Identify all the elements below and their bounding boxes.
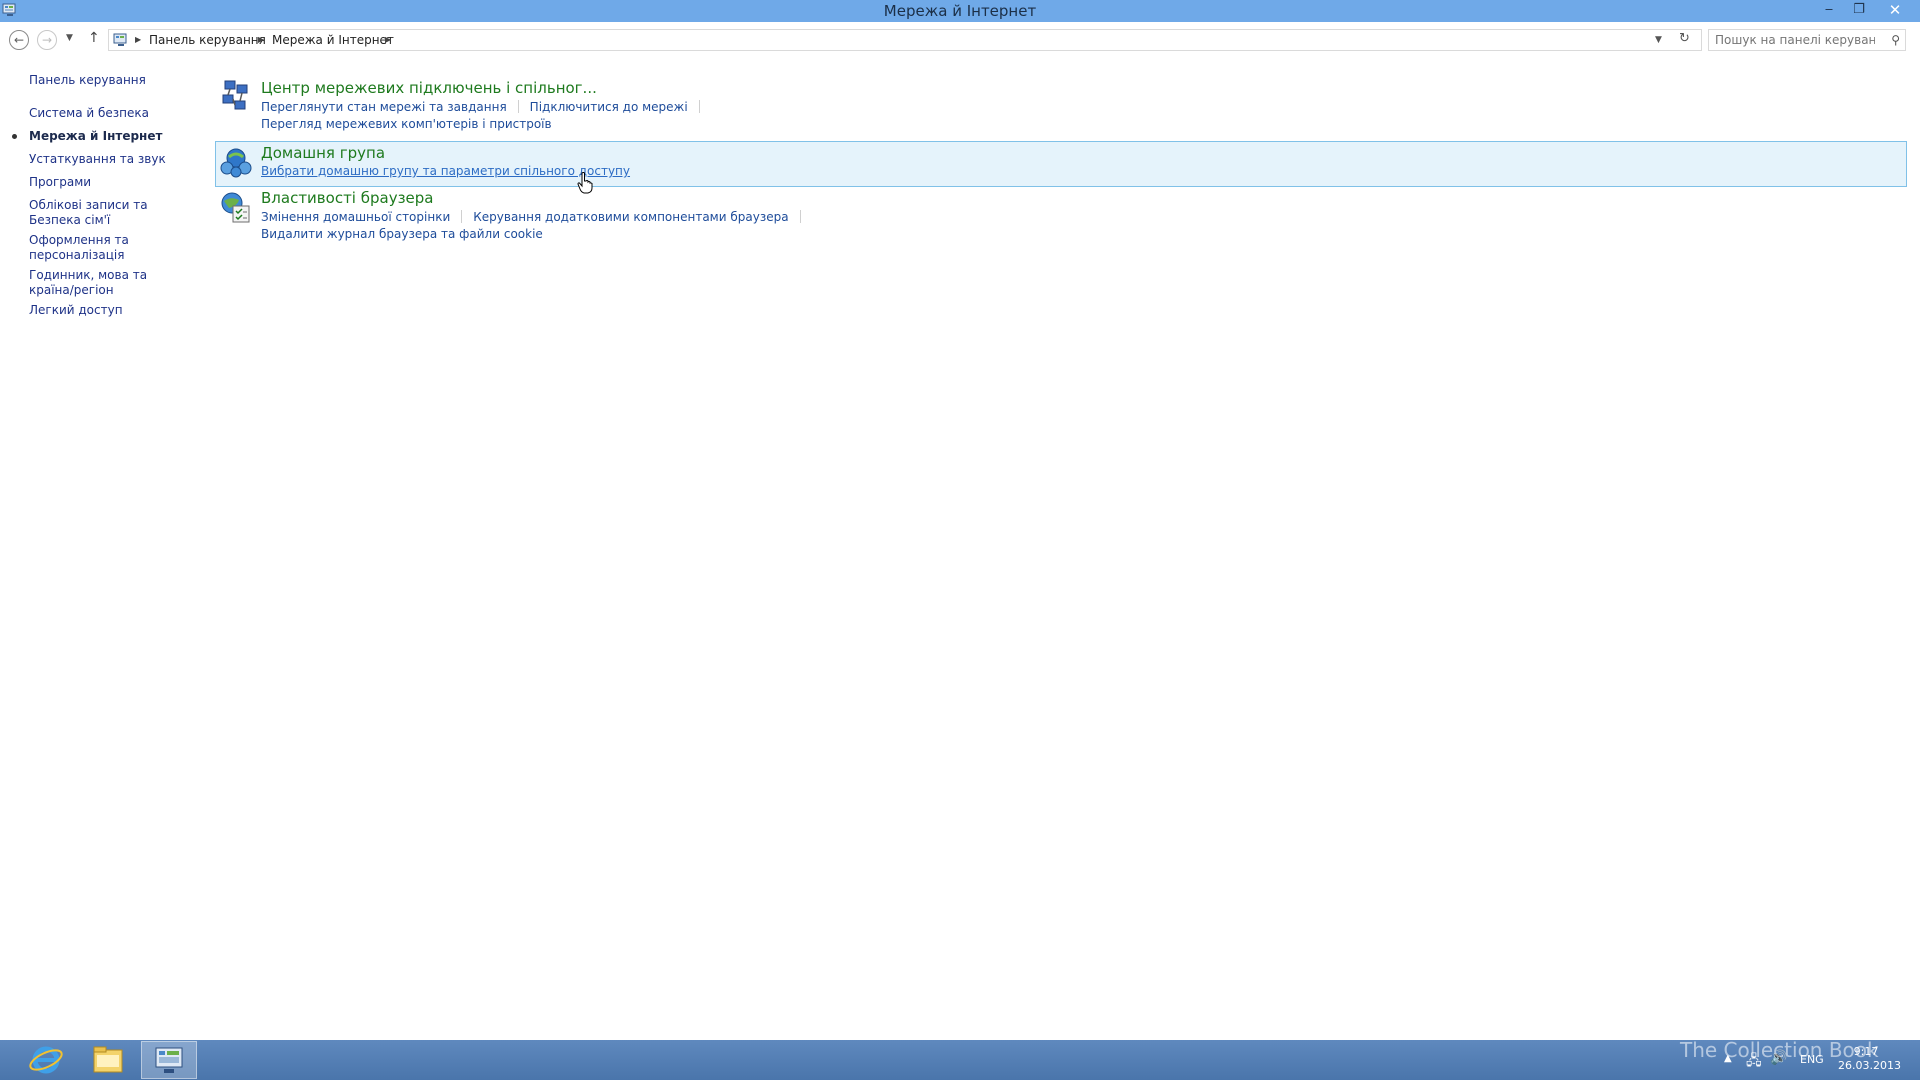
window-title: Мережа й Інтернет <box>883 2 1037 20</box>
refresh-icon[interactable]: ↻ <box>1679 29 1690 49</box>
close-button[interactable]: ✕ <box>1872 0 1918 20</box>
search-box[interactable]: ⚲ <box>1708 29 1906 51</box>
links-row: Вибрати домашню групу та параметри спіль… <box>261 164 630 178</box>
file-explorer-icon <box>93 1046 123 1073</box>
breadcrumb-chevron-icon[interactable]: ▶ <box>135 30 141 50</box>
search-icon[interactable]: ⚲ <box>1891 30 1900 50</box>
control-panel-icon <box>155 1047 183 1073</box>
address-dropdown-chevron-icon[interactable]: ▼ <box>1655 30 1662 50</box>
sidebar-item-label: Мережа й Інтернет <box>29 129 163 143</box>
category-network-sharing-center: Центр мережевих підключень і спільног...… <box>215 76 1907 138</box>
sidebar-item-control-panel-home[interactable]: Панель керування <box>29 73 189 88</box>
links-row: Змінення домашньої сторінки Керування дод… <box>261 210 812 224</box>
category-title-homegroup[interactable]: Домашня група <box>261 144 385 162</box>
links-row: Перегляд мережевих комп'ютерів і пристро… <box>261 117 552 131</box>
current-bullet-icon <box>12 134 17 139</box>
link-divider <box>517 100 519 113</box>
link-view-network-status[interactable]: Переглянути стан мережі та завдання <box>261 100 507 114</box>
sidebar-item-appearance[interactable]: Оформлення та персоналізація <box>29 233 189 263</box>
sidebar-item-network-internet[interactable]: Мережа й Інтернет <box>12 129 189 144</box>
control-panel-icon <box>113 33 127 46</box>
category-homegroup[interactable]: Домашня група Вибрати домашню групу та п… <box>215 141 1907 187</box>
back-arrow-icon[interactable]: ← <box>9 30 29 50</box>
link-delete-browsing-history[interactable]: Видалити журнал браузера та файли cookie <box>261 227 543 241</box>
search-input[interactable] <box>1715 33 1875 47</box>
sidebar-item-hardware-sound[interactable]: Устаткування та звук <box>29 152 189 167</box>
link-connect-to-network[interactable]: Підключитися до мережі <box>530 100 688 114</box>
taskbar-internet-explorer[interactable] <box>18 1041 74 1079</box>
breadcrumb-network-internet[interactable]: Мережа й Інтернет <box>272 30 394 50</box>
maximize-button[interactable]: ❐ <box>1846 0 1872 20</box>
link-divider <box>698 100 700 113</box>
link-change-home-page[interactable]: Змінення домашньої сторінки <box>261 210 450 224</box>
sidebar-item-system-security[interactable]: Система й безпека <box>29 106 189 121</box>
link-choose-homegroup-sharing[interactable]: Вибрати домашню групу та параметри спіль… <box>261 164 630 178</box>
browser-properties-icon[interactable] <box>219 190 253 224</box>
address-bar[interactable]: ▶ Панель керування ▶ Мережа й Інтернет ▶… <box>108 29 1702 51</box>
breadcrumb-control-panel[interactable]: Панель керування <box>149 30 266 50</box>
recent-locations-chevron-icon[interactable]: ▼ <box>66 33 73 43</box>
navigation-bar: ← → ▼ ↑ ▶ Панель керування ▶ Мережа й Ін… <box>0 26 1920 56</box>
category-browser-properties: Властивості браузера Змінення домашньої … <box>215 188 1907 248</box>
link-view-network-computers[interactable]: Перегляд мережевих комп'ютерів і пристро… <box>261 117 552 131</box>
links-row: Видалити журнал браузера та файли cookie <box>261 227 543 241</box>
taskbar-control-panel[interactable] <box>141 1041 197 1079</box>
title-bar: Мережа й Інтернет ‒ ❐ ✕ <box>0 0 1920 22</box>
internet-explorer-icon <box>29 1046 63 1074</box>
sidebar-item-user-accounts[interactable]: Облікові записи та Безпека сім'ї <box>29 198 189 228</box>
breadcrumb-chevron-icon[interactable]: ▶ <box>258 30 264 50</box>
taskbar-file-explorer[interactable] <box>80 1041 136 1079</box>
taskbar: ▲ 🖧 🔊 ENG 9:17 26.03.2013 <box>0 1040 1920 1080</box>
link-divider <box>461 210 463 223</box>
control-panel-icon[interactable] <box>2 2 18 18</box>
watermark-text: The Collection Book <box>1680 1038 1879 1062</box>
breadcrumb-chevron-icon[interactable]: ▶ <box>385 30 391 50</box>
forward-arrow-icon[interactable]: → <box>37 30 57 50</box>
category-title-network-center[interactable]: Центр мережевих підключень і спільног... <box>261 79 597 97</box>
link-manage-addons[interactable]: Керування додатковими компонентами брауз… <box>473 210 788 224</box>
link-divider <box>799 210 801 223</box>
hand-cursor-icon <box>577 172 593 194</box>
homegroup-icon <box>220 148 252 178</box>
network-center-icon[interactable] <box>219 79 253 113</box>
sidebar-item-clock-region[interactable]: Годинник, мова та країна/регіон <box>29 268 189 298</box>
sidebar-item-ease-of-access[interactable]: Легкий доступ <box>29 303 189 318</box>
category-title-browser-properties[interactable]: Властивості браузера <box>261 189 434 207</box>
up-arrow-icon[interactable]: ↑ <box>88 30 100 46</box>
links-row: Переглянути стан мережі та завдання Підкл… <box>261 100 711 114</box>
sidebar-item-programs[interactable]: Програми <box>29 175 189 190</box>
minimize-button[interactable]: ‒ <box>1816 0 1842 20</box>
